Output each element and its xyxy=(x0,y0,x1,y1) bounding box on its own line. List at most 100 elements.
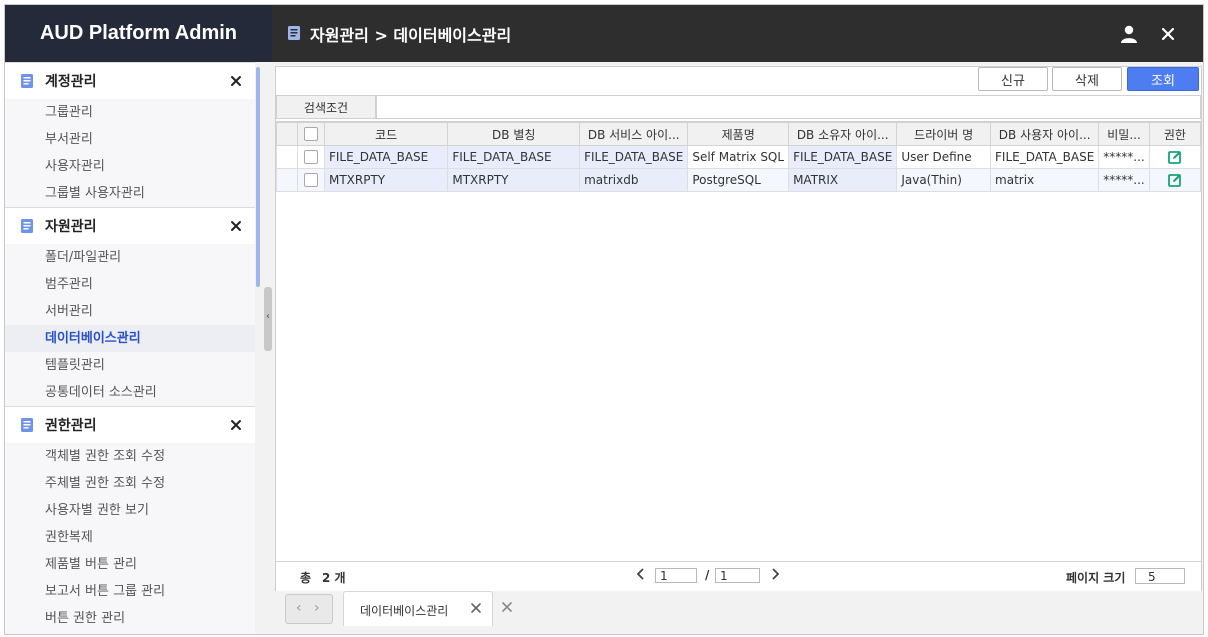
cell-db-service-id[interactable]: matrixdb xyxy=(579,168,689,192)
edit-icon[interactable] xyxy=(1167,173,1182,187)
cell-driver[interactable]: User Define xyxy=(896,145,992,169)
cell-product[interactable]: Self Matrix SQL xyxy=(687,145,790,169)
sidebar-section-title: 자원관리 xyxy=(45,219,97,235)
cell-permission[interactable] xyxy=(1148,168,1201,192)
row-checkbox-cell[interactable] xyxy=(296,168,325,192)
sidebar: 계정관리 그룹관리 부서관리 사용자관리 그룹별 사용자관리 자원관리 폴더/파… xyxy=(5,62,255,634)
column-header-permission[interactable]: 권한 xyxy=(1148,122,1201,146)
cell-db-alias[interactable]: MTXRPTY xyxy=(447,168,581,192)
table-row[interactable]: MTXRPTY MTXRPTY matrixdb PostgreSQL MATR… xyxy=(276,168,1201,192)
delete-button[interactable]: 삭제 xyxy=(1052,67,1122,91)
close-icon[interactable] xyxy=(229,418,243,432)
search-condition-label: 검색조건 xyxy=(276,95,376,119)
chevron-left-icon[interactable] xyxy=(634,567,648,581)
tab-database[interactable]: 데이터베이스관리 xyxy=(343,591,493,626)
sidebar-item-report-button-group[interactable]: 보고서 버튼 그룹 관리 xyxy=(5,578,255,605)
sidebar-item-object-permission[interactable]: 객체별 권한 조회 수정 xyxy=(5,443,255,470)
sidebar-item-product-button[interactable]: 제품별 버튼 관리 xyxy=(5,551,255,578)
sidebar-item-common-datasource[interactable]: 공통데이터 소스관리 xyxy=(5,379,255,406)
column-header-driver[interactable]: 드라이버 명 xyxy=(896,122,992,146)
new-button[interactable]: 신규 xyxy=(978,67,1048,91)
sidebar-collapse-handle[interactable]: ‹ xyxy=(264,287,272,351)
database-grid: 코드 DB 별칭 DB 서비스 아이... 제품명 DB 소유자 아이... 드… xyxy=(276,121,1201,562)
sidebar-item-server[interactable]: 서버관리 xyxy=(5,298,255,325)
sidebar-item-button-permission[interactable]: 버튼 권한 관리 xyxy=(5,605,255,632)
document-icon xyxy=(21,219,33,233)
sidebar-item-category[interactable]: 범주관리 xyxy=(5,271,255,298)
column-header-db-service-id[interactable]: DB 서비스 아이... xyxy=(579,122,689,146)
cell-db-service-id[interactable]: FILE_DATA_BASE xyxy=(579,145,689,169)
column-header-password[interactable]: 비밀... xyxy=(1098,122,1150,146)
cell-db-alias[interactable]: FILE_DATA_BASE xyxy=(447,145,581,169)
cell-permission[interactable] xyxy=(1148,145,1201,169)
cell-code[interactable]: FILE_DATA_BASE xyxy=(323,145,449,169)
sidebar-item-database[interactable]: 데이터베이스관리 xyxy=(5,325,255,352)
breadcrumb: 자원관리 > 데이터베이스관리 xyxy=(310,26,512,45)
sidebar-item-template[interactable]: 템플릿관리 xyxy=(5,352,255,379)
cell-db-owner-id[interactable]: MATRIX xyxy=(788,168,898,192)
sidebar-scrollbar[interactable] xyxy=(256,67,260,287)
column-header-db-owner-id[interactable]: DB 소유자 아이... xyxy=(788,122,898,146)
row-number-cell xyxy=(276,145,298,169)
sidebar-item-folder-file[interactable]: 폴더/파일관리 xyxy=(5,244,255,271)
row-checkbox-cell[interactable] xyxy=(296,145,325,169)
sidebar-item-permission-copy[interactable]: 권한복제 xyxy=(5,524,255,551)
page-size-label: 페이지 크기 xyxy=(1066,571,1126,585)
column-header-db-alias[interactable]: DB 별칭 xyxy=(447,122,581,146)
tab-label: 데이터베이스관리 xyxy=(360,604,449,618)
app-window: AUD Platform Admin 자원관리 > 데이터베이스관리 계정관리 xyxy=(4,4,1204,635)
row-checkbox[interactable] xyxy=(303,173,318,188)
page-size-input[interactable]: 5 xyxy=(1135,568,1185,584)
total-count: 2 개 xyxy=(322,571,346,585)
brand-logo: AUD Platform Admin xyxy=(5,5,272,62)
select-all-checkbox[interactable] xyxy=(303,127,318,142)
cell-db-user-id[interactable]: FILE_DATA_BASE xyxy=(990,145,1100,169)
sidebar-item-group-user[interactable]: 그룹별 사용자관리 xyxy=(5,180,255,207)
sidebar-item-subject-permission[interactable]: 주체별 권한 조회 수정 xyxy=(5,470,255,497)
chevron-right-icon[interactable] xyxy=(768,567,782,581)
cell-db-owner-id[interactable]: FILE_DATA_BASE xyxy=(788,145,898,169)
sidebar-section-permission[interactable]: 권한관리 xyxy=(5,406,255,443)
search-condition-input[interactable] xyxy=(376,95,1201,119)
sidebar-section-resource[interactable]: 자원관리 xyxy=(5,207,255,244)
chevron-left-icon[interactable]: ‹ xyxy=(296,600,302,616)
main-panel: 신규 삭제 조회 검색조건 코드 DB 별칭 DB 서비스 아이... 제품명 … xyxy=(275,66,1202,591)
chevron-right-icon[interactable]: › xyxy=(314,600,320,616)
cell-password[interactable]: *****... xyxy=(1098,145,1150,169)
current-page-input[interactable]: 1 xyxy=(655,568,697,583)
sidebar-item-department[interactable]: 부서관리 xyxy=(5,126,255,153)
select-all-checkbox-cell[interactable] xyxy=(296,122,325,146)
close-tab-icon[interactable] xyxy=(470,602,482,614)
sidebar-item-user-permission[interactable]: 사용자별 권한 보기 xyxy=(5,497,255,524)
cell-driver[interactable]: Java(Thin) xyxy=(896,168,992,192)
column-header-product[interactable]: 제품명 xyxy=(687,122,790,146)
column-header-code[interactable]: 코드 xyxy=(323,122,449,146)
column-header-db-user-id[interactable]: DB 사용자 아이... xyxy=(990,122,1100,146)
close-icon[interactable] xyxy=(229,74,243,88)
sidebar-item-group[interactable]: 그룹관리 xyxy=(5,99,255,126)
search-button[interactable]: 조회 xyxy=(1127,67,1199,91)
row-checkbox[interactable] xyxy=(303,150,318,165)
cell-code[interactable]: MTXRPTY xyxy=(323,168,449,192)
table-row[interactable]: FILE_DATA_BASE FILE_DATA_BASE FILE_DATA_… xyxy=(276,145,1201,169)
close-all-tabs-icon[interactable] xyxy=(501,601,513,613)
document-icon xyxy=(21,74,33,88)
sidebar-item-user[interactable]: 사용자관리 xyxy=(5,153,255,180)
cell-password[interactable]: *****... xyxy=(1098,168,1150,192)
page-separator: / xyxy=(705,568,710,582)
sidebar-section-account[interactable]: 계정관리 xyxy=(5,62,255,99)
row-number-header xyxy=(276,122,298,146)
sidebar-section-title: 계정관리 xyxy=(45,74,97,90)
close-icon[interactable] xyxy=(229,219,243,233)
close-icon[interactable] xyxy=(1159,25,1177,43)
tab-nav-arrows[interactable]: ‹ › xyxy=(285,594,333,624)
bottom-tab-bar: ‹ › 데이터베이스관리 xyxy=(275,591,1203,631)
chevron-left-icon: ‹ xyxy=(266,311,270,322)
database-table: 코드 DB 별칭 DB 서비스 아이... 제품명 DB 소유자 아이... 드… xyxy=(276,122,1201,192)
cell-product[interactable]: PostgreSQL xyxy=(687,168,790,192)
cell-db-user-id[interactable]: matrix xyxy=(990,168,1100,192)
user-icon[interactable] xyxy=(1119,24,1139,44)
edit-icon[interactable] xyxy=(1167,150,1182,164)
total-label: 총 xyxy=(300,571,312,585)
total-pages: 1 xyxy=(715,568,760,583)
